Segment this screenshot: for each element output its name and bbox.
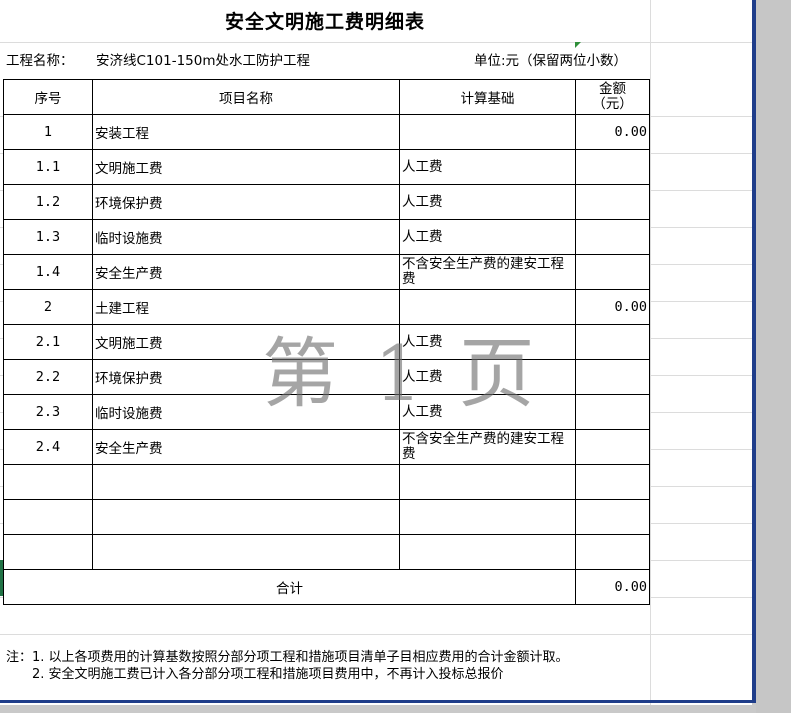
table-row: 1 安装工程 0.00 [3,114,650,150]
cell-name[interactable]: 临时设施费 [92,219,400,255]
total-label[interactable]: 合计 [3,569,576,605]
table-row: 2 土建工程 0.00 [3,289,650,325]
cell-basis[interactable]: 人工费 [399,219,576,255]
cell-amount[interactable] [575,359,650,395]
cell-basis[interactable] [399,499,576,535]
cell-name[interactable]: 安装工程 [92,114,400,150]
fee-detail-table: 序号 项目名称 计算基础 金额 （元） 1 安装工程 0.00 1.1 文明施工… [3,79,650,605]
table-header-row: 序号 项目名称 计算基础 金额 （元） [3,79,650,115]
table-row [3,499,650,535]
table-row: 1.4 安全生产费 不含安全生产费的建安工程费 [3,254,650,290]
table-row [3,464,650,500]
gridline [650,0,651,705]
sheet-title[interactable]: 安全文明施工费明细表 [0,5,650,39]
header-amount[interactable]: 金额 （元） [575,79,650,115]
cell-name[interactable] [92,499,400,535]
cell-seq[interactable] [3,499,93,535]
cell-seq[interactable]: 2.4 [3,429,93,465]
table-row: 2.1 文明施工费 人工费 [3,324,650,360]
cell-amount[interactable] [575,184,650,220]
cell-name[interactable]: 临时设施费 [92,394,400,430]
notes-block: 注：1. 以上各项费用的计算基数按照分部分项工程和措施项目清单子目相应费用的合计… [6,649,569,683]
cell-basis[interactable] [399,464,576,500]
cell-seq[interactable]: 1.4 [3,254,93,290]
cell-name[interactable]: 环境保护费 [92,184,400,220]
unit-text[interactable]: 单位:元（保留两位小数） [474,44,627,78]
table-row: 1.3 临时设施费 人工费 [3,219,650,255]
cell-basis[interactable]: 人工费 [399,394,576,430]
cell-seq[interactable]: 2.3 [3,394,93,430]
cell-name[interactable]: 安全生产费 [92,429,400,465]
cell-amount[interactable] [575,149,650,185]
header-seq[interactable]: 序号 [3,79,93,115]
cell-seq[interactable] [3,534,93,570]
active-cell-marker [0,560,3,596]
total-row: 合计 0.00 [3,569,650,605]
cell-basis[interactable] [399,289,576,325]
cell-basis[interactable]: 人工费 [399,149,576,185]
cell-basis[interactable] [399,534,576,570]
project-name[interactable]: 安济线C101-150m处水工防护工程 [96,44,310,78]
table-row: 2.4 安全生产费 不含安全生产费的建安工程费 [3,429,650,465]
cell-basis[interactable]: 人工费 [399,324,576,360]
cell-seq[interactable]: 1.3 [3,219,93,255]
cell-basis[interactable] [399,114,576,150]
cell-seq[interactable]: 1 [3,114,93,150]
comment-indicator-icon [575,42,581,48]
note-line-2[interactable]: 2. 安全文明施工费已计入各分部分项工程和措施项目费用中，不再计入投标总报价 [6,666,569,683]
table-row [3,534,650,570]
cell-basis[interactable]: 人工费 [399,359,576,395]
cell-amount[interactable] [575,219,650,255]
cell-seq[interactable]: 2 [3,289,93,325]
cell-amount[interactable] [575,324,650,360]
cell-amount[interactable]: 0.00 [575,114,650,150]
table-row: 1.2 环境保护费 人工费 [3,184,650,220]
gridline [0,634,752,635]
project-label[interactable]: 工程名称： [6,44,74,78]
spreadsheet-page: 安全文明施工费明细表 工程名称： 安济线C101-150m处水工防护工程 单位:… [0,0,752,705]
cell-amount[interactable] [575,254,650,290]
cell-name[interactable]: 文明施工费 [92,149,400,185]
table-row: 2.3 临时设施费 人工费 [3,394,650,430]
out-of-page-area [756,0,791,713]
cell-basis[interactable]: 人工费 [399,184,576,220]
cell-seq[interactable]: 1.2 [3,184,93,220]
cell-name[interactable] [92,464,400,500]
cell-amount[interactable] [575,464,650,500]
table-row: 1.1 文明施工费 人工费 [3,149,650,185]
cell-seq[interactable]: 1.1 [3,149,93,185]
gridline [0,42,752,43]
note-line-1[interactable]: 注：1. 以上各项费用的计算基数按照分部分项工程和措施项目清单子目相应费用的合计… [6,649,569,666]
cell-amount[interactable] [575,499,650,535]
header-amount-line2: （元） [592,96,633,112]
cell-seq[interactable]: 2.2 [3,359,93,395]
cell-amount[interactable]: 0.00 [575,289,650,325]
cell-name[interactable]: 土建工程 [92,289,400,325]
cell-name[interactable]: 环境保护费 [92,359,400,395]
cell-name[interactable]: 安全生产费 [92,254,400,290]
cell-amount[interactable] [575,394,650,430]
page-break-border-bottom [0,700,756,703]
cell-amount[interactable] [575,534,650,570]
header-basis[interactable]: 计算基础 [399,79,576,115]
cell-amount[interactable] [575,429,650,465]
cell-seq[interactable]: 2.1 [3,324,93,360]
cell-basis[interactable]: 不含安全生产费的建安工程费 [399,254,576,290]
table-row: 2.2 环境保护费 人工费 [3,359,650,395]
cell-seq[interactable] [3,464,93,500]
cell-name[interactable]: 文明施工费 [92,324,400,360]
total-amount[interactable]: 0.00 [575,569,650,605]
header-amount-line1: 金额 [599,81,626,97]
header-name[interactable]: 项目名称 [92,79,400,115]
cell-name[interactable] [92,534,400,570]
cell-basis[interactable]: 不含安全生产费的建安工程费 [399,429,576,465]
